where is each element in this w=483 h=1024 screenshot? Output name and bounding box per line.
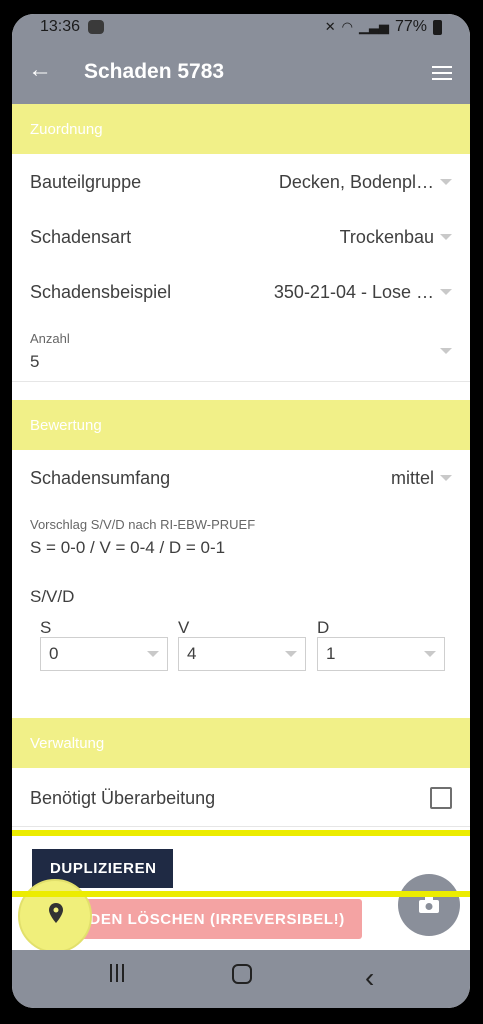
schadensart-select[interactable]: Schadensart Trockenbau [12,209,470,265]
chevron-down-icon [440,475,452,481]
wifi-icon: ◠ [341,19,353,34]
mute-icon: ✕ [324,19,336,34]
anzahl-select[interactable]: Anzahl 5 [12,319,470,382]
schadensumfang-value: mittel [390,468,434,488]
signal-icon: ▁▃▅ [358,19,389,34]
vorschlag-block: Vorschlag S/V/D nach RI-EBW-PRUEF S = 0-… [12,505,470,568]
highlight-box [12,830,470,897]
phone-screen: 13:36 ✕ ◠ ▁▃▅ 77% ← Schaden 5783 Zuordnu… [12,14,470,1008]
status-time: 13:36 [40,18,81,35]
vorschlag-value: S = 0-0 / V = 0-4 / D = 0-1 [30,538,226,557]
menu-icon[interactable] [432,66,452,80]
schadensbeispiel-value: 350-21-04 - Lose … [273,282,434,302]
map-pin-icon [49,903,63,923]
schadensumfang-label: Schadensumfang [30,468,171,488]
anzahl-label: Anzahl [30,331,70,346]
ueberarbeitung-label: Benötigt Überarbeitung [30,788,216,808]
v-value: 4 [187,644,197,663]
camera-icon [419,897,439,913]
battery-icon [433,19,442,35]
v-select[interactable]: 4 [178,637,306,671]
s-select[interactable]: 0 [40,637,168,671]
s-label: S [40,618,52,637]
chevron-down-icon [285,651,297,657]
section-header-bewertung: Bewertung [12,400,470,450]
section-title: Verwaltung [30,735,105,752]
bauteilgruppe-value: Decken, Bodenpl… [278,172,434,192]
bauteilgruppe-label: Bauteilgruppe [30,172,142,192]
section-title: Bewertung [30,417,102,434]
chevron-down-icon [440,289,452,295]
schadensart-value: Trockenbau [339,227,434,247]
recent-apps-icon[interactable] [110,964,130,984]
svd-title: S/V/D [30,587,75,606]
chevron-down-icon [440,179,452,185]
d-label: D [317,618,330,637]
section-header-verwaltung: Verwaltung [12,718,470,768]
bauteilgruppe-select[interactable]: Bauteilgruppe Decken, Bodenpl… [12,154,470,210]
ueberarbeitung-row[interactable]: Benötigt Überarbeitung [12,768,470,827]
anzahl-value: 5 [30,352,40,371]
schadensumfang-select[interactable]: Schadensumfang mittel [12,450,470,506]
section-title: Zuordnung [30,121,103,138]
schadensart-label: Schadensart [30,227,132,247]
battery-percent: 77% [394,18,427,35]
d-value: 1 [326,644,336,663]
status-bar: 13:36 ✕ ◠ ▁▃▅ 77% [12,14,470,40]
status-icons: ✕ ◠ ▁▃▅ 77% [325,18,442,36]
section-header-zuordnung: Zuordnung [12,104,470,154]
s-value: 0 [49,644,59,663]
chevron-down-icon [440,234,452,240]
chevron-down-icon [147,651,159,657]
delete-button-label: ADEN LÖSCHEN (IRREVERSIBEL!) [78,911,345,928]
schadensbeispiel-label: Schadensbeispiel [30,282,172,302]
system-nav-bar: ‹ [12,950,470,1008]
ueberarbeitung-checkbox[interactable] [430,787,452,809]
chevron-down-icon [424,651,436,657]
back-icon[interactable]: ‹ [365,964,374,992]
v-label: V [178,618,190,637]
arrow-back-icon[interactable]: ← [28,58,52,82]
vorschlag-label: Vorschlag S/V/D nach RI-EBW-PRUEF [30,517,256,532]
svd-block: S/V/D S 0 V 4 D 1 [12,567,470,699]
app-bar: ← Schaden 5783 [12,40,470,104]
d-select[interactable]: 1 [317,637,445,671]
home-icon[interactable] [232,964,252,984]
page-title: Schaden 5783 [84,60,225,83]
schadensbeispiel-select[interactable]: Schadensbeispiel 350-21-04 - Lose … [12,264,470,320]
notification-icon [88,20,104,34]
chevron-down-icon [440,348,452,354]
